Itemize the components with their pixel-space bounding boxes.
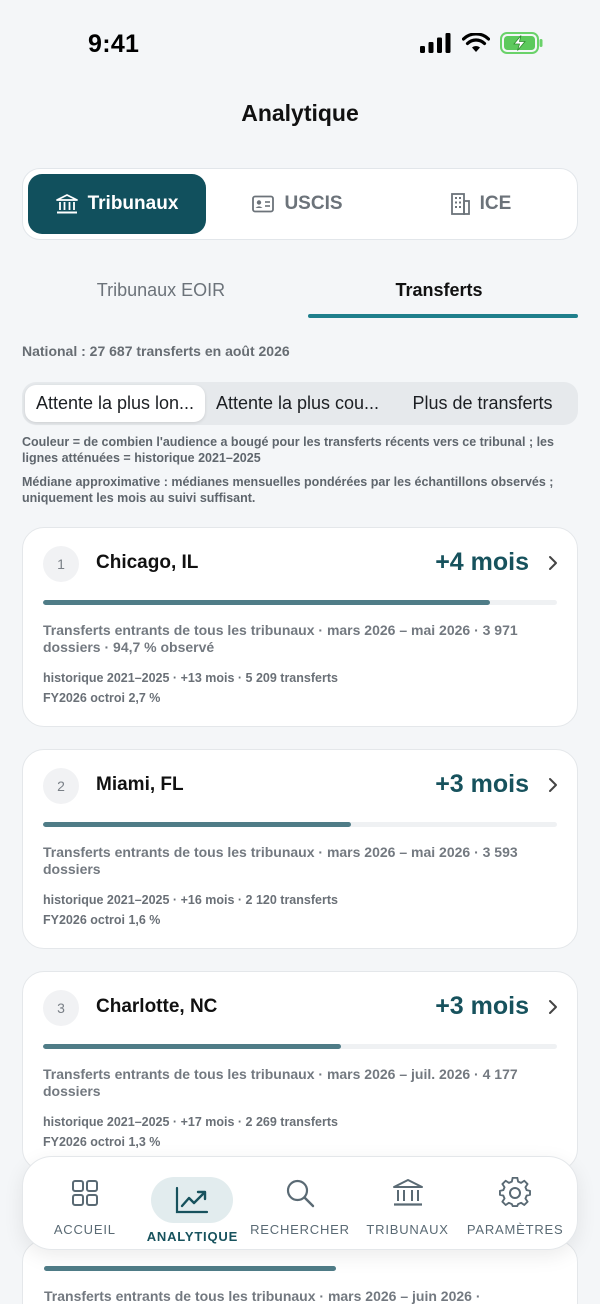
court-city: Miami, FL [96,774,184,795]
grid-icon [71,1179,98,1206]
card-description: Transferts entrants de tous les tribunau… [43,844,518,877]
battery-charging-icon [500,32,543,54]
color-legend-note: Couleur = de combien l'audience a bougé … [22,435,554,465]
segment-ice[interactable]: ICE [389,174,572,234]
wifi-icon [462,33,490,52]
progress-fill [44,1266,336,1271]
search-icon [286,1179,315,1207]
wait-delta: +3 mois [435,992,529,1020]
nav-label: PARAMÈTRES [466,1221,564,1237]
nav-rechercher[interactable]: RECHERCHER [248,1170,352,1237]
cellular-signal-icon [420,33,451,53]
national-summary: National : 27 687 transferts en août 202… [22,343,290,359]
nav-icon-wrap [367,1170,449,1216]
rank-badge: 2 [43,768,79,804]
segment-label: USCIS [284,193,343,214]
court-card[interactable]: 1 Chicago, IL +4 mois Transferts entrant… [22,527,578,727]
sort-option-most-transfers[interactable]: Plus de transferts [390,385,575,422]
sort-option-shortest-wait[interactable]: Attente la plus cou... [205,385,390,422]
nav-icon-wrap [259,1170,341,1216]
court-card[interactable]: 2 Miami, FL +3 mois Transferts entrants … [22,749,578,949]
trend-chart-icon [176,1186,209,1213]
history-line: historique 2021–2025 · +17 mois · 2 269 … [43,1115,338,1129]
category-segmented-control: Tribunaux USCIS ICE [22,168,578,240]
progress-bar [43,1044,557,1049]
card-description: Transferts entrants de tous les tribunau… [43,1066,518,1099]
sub-tabs: Tribunaux EOIR Transferts [22,276,578,318]
wait-delta: +4 mois [435,548,529,576]
chevron-right-icon [549,778,557,792]
court-city: Chicago, IL [96,552,199,573]
nav-icon-wrap [151,1176,234,1223]
segment-label: ICE [479,193,512,214]
segment-uscis[interactable]: USCIS [206,174,389,234]
nav-label: ANALYTIQUE [146,1228,239,1244]
progress-fill [43,822,352,827]
progress-bar [43,600,557,605]
chevron-right-icon [549,556,557,570]
nav-label: RECHERCHER [250,1221,350,1237]
history-line: historique 2021–2025 · +16 mois · 2 120 … [43,893,338,907]
nav-tribunaux[interactable]: TRIBUNAUX [356,1170,460,1237]
chevron-right-icon [549,1000,557,1014]
progress-fill [43,600,491,605]
status-bar: 9:41 [0,0,600,88]
nav-label: TRIBUNAUX [366,1221,449,1237]
nav-icon-wrap [44,1170,126,1216]
page-title: Analytique [241,100,359,126]
nav-analytique[interactable]: ANALYTIQUE [140,1176,244,1244]
id-card-icon [252,195,275,213]
sort-segmented-control: Attente la plus lon... Attente la plus c… [22,382,578,425]
segment-label: Tribunaux [87,193,179,214]
fy-grant-rate: FY2026 octroi 2,7 % [43,691,161,705]
progress-fill [43,1044,342,1049]
tab-tribunaux-eoir[interactable]: Tribunaux EOIR [22,276,300,318]
nav-accueil[interactable]: ACCUEIL [33,1170,137,1237]
wait-delta: +3 mois [435,770,529,798]
card-description: Transferts entrants de tous les tribunau… [43,622,518,655]
progress-bar [43,822,557,827]
nav-parametres[interactable]: PARAMÈTRES [463,1170,567,1237]
bottom-navigation: ACCUEIL ANALYTIQUE RECHERCHER TRIBUNAUX … [22,1156,578,1250]
fy-grant-rate: FY2026 octroi 1,3 % [43,1135,161,1149]
court-city: Charlotte, NC [96,996,218,1017]
courthouse-icon [392,1178,423,1206]
nav-icon-wrap [474,1170,556,1216]
fy-grant-rate: FY2026 octroi 1,6 % [43,913,161,927]
card-description: Transferts entrants de tous les tribunau… [44,1288,481,1304]
status-time: 9:41 [88,30,140,58]
median-note: Médiane approximative : médianes mensuel… [22,475,554,505]
nav-label: ACCUEIL [53,1221,116,1237]
rank-badge: 1 [43,546,79,582]
segment-tribunaux[interactable]: Tribunaux [28,174,206,234]
sort-option-longest-wait[interactable]: Attente la plus lon... [25,385,205,422]
history-line: historique 2021–2025 · +13 mois · 5 209 … [43,671,338,685]
court-card[interactable]: 3 Charlotte, NC +3 mois Transferts entra… [22,971,578,1171]
status-icons [420,32,544,54]
gear-icon [499,1176,532,1207]
rank-badge: 3 [43,990,79,1026]
courthouse-icon [55,194,78,214]
tab-transferts[interactable]: Transferts [300,276,578,318]
building-icon [450,193,470,215]
